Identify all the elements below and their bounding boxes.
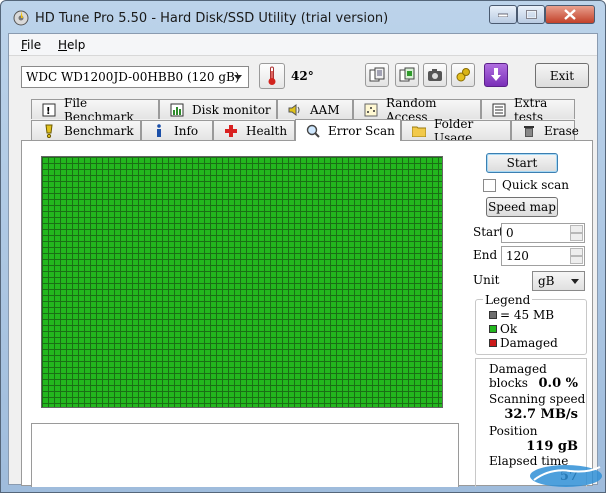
tab-label: Benchmark (64, 123, 134, 138)
toolbar: WDC WD1200JD-00HBB0 (120 gB) 42° Exit (9, 57, 597, 97)
disk-monitor-icon (170, 103, 184, 117)
scanning-speed-label: Scanning speed (489, 392, 586, 406)
menu-help[interactable]: Help (58, 38, 85, 52)
exclamation-icon (42, 124, 56, 138)
spin-down-icon[interactable] (570, 256, 583, 264)
drive-select[interactable]: WDC WD1200JD-00HBB0 (120 gB) (21, 66, 249, 88)
camera-icon (428, 69, 442, 81)
menu-bar: File Help (9, 34, 597, 56)
legend-title: Legend (483, 293, 533, 307)
drive-select-value: WDC WD1200JD-00HBB0 (120 gB) (26, 70, 240, 84)
chevron-down-icon (234, 75, 242, 80)
spin-up-icon[interactable] (570, 225, 583, 233)
tab-label: Error Scan (328, 123, 395, 138)
tab-label: Health (246, 123, 288, 138)
tab-file-benchmark[interactable]: ! File Benchmark (31, 96, 159, 124)
end-field-label: End (473, 248, 498, 262)
thermometer-icon (268, 66, 276, 85)
minimize-icon (498, 13, 508, 17)
scanning-speed-value: 32.7 MB/s (504, 407, 578, 422)
tab-label: Info (174, 123, 199, 138)
maximize-button[interactable] (517, 5, 545, 24)
copy-screen-icon (399, 67, 415, 82)
tab-benchmark[interactable]: Benchmark (31, 120, 141, 140)
info-icon (152, 123, 166, 138)
copy-screen-button[interactable] (395, 63, 419, 87)
legend-label: = 45 MB (500, 308, 555, 322)
tab-info[interactable]: Info (141, 120, 213, 140)
speed-map-button[interactable]: Speed map (486, 197, 558, 217)
block-map (41, 156, 443, 408)
start-value: 0 (506, 226, 514, 240)
file-benchmark-icon: ! (42, 103, 56, 117)
unit-label: Unit (473, 273, 500, 287)
legend-swatch (489, 339, 497, 347)
tab-label: Erase (544, 123, 579, 138)
chevron-down-icon (571, 279, 579, 284)
start-button[interactable]: Start (486, 153, 558, 173)
spin-up-icon[interactable] (570, 248, 583, 256)
legend-swatch (489, 311, 497, 319)
spin-down-icon[interactable] (570, 233, 583, 241)
client-area: File Help WDC WD1200JD-00HBB0 (120 gB) 4… (8, 33, 598, 487)
menu-file[interactable]: File (21, 38, 41, 52)
end-value: 120 (506, 249, 529, 263)
tab-disk-monitor[interactable]: Disk monitor (159, 99, 277, 119)
trash-icon (522, 124, 536, 138)
legend-item-block-size: = 45 MB (489, 308, 554, 322)
copy-text-icon (369, 67, 385, 82)
legend-swatch (489, 325, 497, 333)
tab-error-scan[interactable]: Error Scan (295, 119, 401, 141)
position-label: Position (489, 424, 538, 438)
health-cross-icon (224, 124, 238, 138)
error-scan-panel: Start Quick scan Speed map Start 0 End 1… (21, 140, 593, 487)
end-spinbox[interactable]: 120 (501, 246, 585, 266)
start-field-label: Start (473, 225, 504, 239)
legend: Legend = 45 MB Ok Damaged (475, 293, 587, 355)
options-icon (456, 68, 470, 82)
tab-label: Disk monitor (192, 102, 271, 117)
random-access-icon (364, 103, 378, 117)
legend-item-ok: Ok (489, 322, 517, 336)
start-spinbox[interactable]: 0 (501, 223, 585, 243)
close-icon (564, 9, 576, 20)
minimize-button[interactable] (489, 5, 517, 24)
position-value: 119 gB (526, 439, 578, 454)
extra-tests-icon (492, 103, 506, 117)
tab-folder-usage[interactable]: Folder Usage (401, 117, 511, 145)
watermark-logo (530, 465, 602, 487)
temperature-value: 42° (291, 69, 314, 83)
save-button[interactable] (484, 63, 508, 87)
svg-text:!: ! (46, 106, 51, 117)
close-button[interactable] (545, 5, 595, 24)
app-icon (13, 10, 29, 26)
folder-icon (412, 124, 426, 138)
tab-health[interactable]: Health (213, 120, 295, 140)
unit-value: gB (538, 274, 555, 288)
options-button[interactable] (451, 63, 475, 87)
speaker-icon (288, 103, 302, 117)
damaged-blocks-value: 0.0 % (538, 376, 579, 391)
quick-scan-label: Quick scan (502, 178, 569, 192)
title-bar[interactable]: HD Tune Pro 5.50 - Hard Disk/SSD Utility… (1, 1, 605, 33)
exit-button[interactable]: Exit (535, 63, 589, 88)
tab-label: AAM (310, 102, 340, 117)
error-scan-icon (306, 124, 320, 138)
unit-select[interactable]: gB (532, 271, 585, 291)
screenshot-button[interactable] (423, 63, 447, 87)
scan-log (31, 423, 459, 487)
legend-label: Ok (500, 322, 518, 336)
tab-aam[interactable]: AAM (277, 99, 353, 119)
legend-label: Damaged (500, 336, 558, 350)
app-window: HD Tune Pro 5.50 - Hard Disk/SSD Utility… (0, 0, 606, 493)
temperature-button[interactable] (259, 63, 285, 89)
window-title: HD Tune Pro 5.50 - Hard Disk/SSD Utility… (35, 11, 389, 26)
quick-scan-checkbox[interactable] (483, 179, 496, 192)
tab-erase[interactable]: Erase (511, 120, 579, 140)
maximize-icon (525, 10, 537, 19)
legend-item-damaged: Damaged (489, 336, 558, 350)
download-arrow-icon (491, 68, 501, 81)
copy-text-button[interactable] (365, 63, 389, 87)
